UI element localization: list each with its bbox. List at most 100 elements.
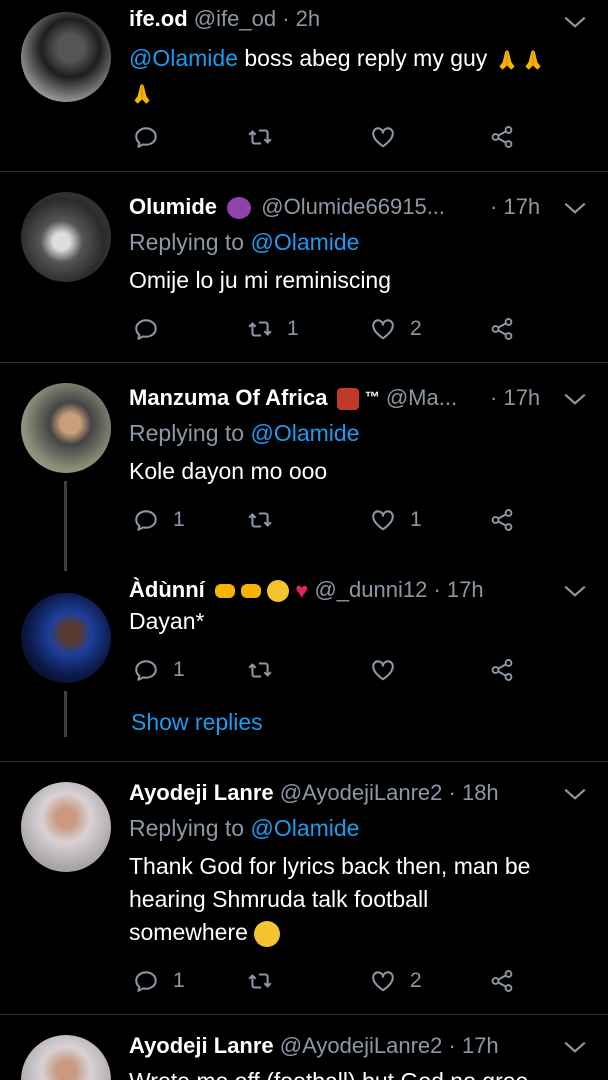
tweet-header: Àdùnní ♥ @_dunni12 · 17h [129,575,538,605]
display-name[interactable]: ife.od [129,6,188,31]
retweet-button[interactable] [247,503,273,537]
display-name[interactable]: Olumide [129,194,217,219]
display-name[interactable]: Ayodeji Lanre [129,1033,274,1058]
retweet-count: 1 [287,317,299,340]
reply-count: 1 [173,658,185,681]
share-button[interactable] [489,653,515,687]
mention-link[interactable]: @Olamide [250,420,359,446]
pointing-hand-emoji-icon [241,584,262,599]
reply-button[interactable]: 1 [133,964,185,998]
retweet-button[interactable] [247,120,273,154]
reply-icon [133,507,159,533]
folded-hands-emoji-icon [520,47,546,73]
handle[interactable]: @ife_od [194,6,276,31]
separator-dot: · [442,780,462,805]
like-button[interactable]: 2 [370,964,422,998]
reply-count: 1 [173,969,185,992]
separator-dot: · [442,1033,462,1058]
tweet-header: Ayodeji Lanre @AyodejiLanre2 · 17h [129,1031,538,1061]
reply-icon [133,316,159,342]
display-name[interactable]: Ayodeji Lanre [129,780,274,805]
share-button[interactable] [489,312,515,346]
tweet-text: Dayan* [129,608,205,634]
mention-link[interactable]: @Olamide [250,229,359,255]
retweet-icon [247,968,273,994]
separator-dot: · [282,6,290,31]
reply-button[interactable] [133,120,159,154]
mention-link[interactable]: @Olamide [129,45,238,71]
replying-label: Replying to [129,815,245,841]
like-icon [370,124,396,150]
reply-button[interactable]: 1 [133,653,185,687]
timestamp[interactable]: 2h [296,6,320,31]
like-button[interactable] [370,653,396,687]
avatar[interactable] [21,782,111,872]
chevron-down-icon[interactable] [562,198,588,218]
trademark-symbol: ™ [364,389,380,406]
tweet-text-line [129,76,568,108]
tweet-text-body: somewhere [129,919,248,945]
chevron-down-icon[interactable] [562,1037,588,1057]
avatar[interactable] [21,12,111,102]
divider [0,171,608,172]
avatar[interactable] [21,192,111,282]
tweet-actions: 1 1 [129,503,529,537]
avatar[interactable] [21,383,111,473]
like-button[interactable]: 1 [370,503,422,537]
handle[interactable]: @Ma... [386,385,457,410]
tweet-actions: 1 2 [129,964,529,998]
display-name[interactable]: Manzuma Of Africa [129,385,327,410]
reply-icon [133,657,159,683]
chevron-down-icon[interactable] [562,389,588,409]
like-icon [370,968,396,994]
handle[interactable]: @_dunni12 [314,577,427,602]
folded-hands-emoji-icon [129,81,155,107]
timestamp[interactable]: 17h [447,577,484,602]
timestamp[interactable]: 17h [462,1033,499,1058]
chevron-down-icon[interactable] [562,581,588,601]
reply-icon [133,968,159,994]
tweet-text: Kole dayon mo ooo [129,458,328,484]
timestamp[interactable]: 18h [462,780,499,805]
chevron-down-icon[interactable] [562,784,588,804]
tweet-time-wrap: · 17h [490,383,540,413]
timestamp[interactable]: 17h [503,194,540,219]
share-button[interactable] [489,964,515,998]
thread-line [64,481,67,571]
tweet-header: Olumide @Olumide66915... [129,192,538,222]
reply-button[interactable]: 1 [133,503,185,537]
avatar[interactable] [21,1035,111,1080]
tweet-header: Manzuma Of Africa ™ @Ma... [129,383,538,413]
tweet-text: Omije lo ju mi reminiscing [129,267,392,293]
tweet-text-line: somewhere [129,916,568,948]
display-name[interactable]: Àdùnní [129,577,205,602]
like-icon [370,657,396,683]
mention-link[interactable]: @Olamide [250,815,359,841]
like-button[interactable]: 2 [370,312,422,346]
handle[interactable]: @Olumide66915... [261,194,445,219]
show-replies-link[interactable]: Show replies [131,709,263,736]
like-button[interactable] [370,120,396,154]
handle[interactable]: @AyodejiLanre2 [280,780,443,805]
pleading-face-emoji-icon [267,580,290,603]
share-button[interactable] [489,503,515,537]
pointing-hand-emoji-icon [214,584,235,599]
retweet-button[interactable] [247,964,273,998]
retweet-icon [247,507,273,533]
handle[interactable]: @AyodejiLanre2 [280,1033,443,1058]
like-count: 2 [410,969,422,992]
share-icon [489,657,515,683]
share-button[interactable] [489,120,515,154]
retweet-button[interactable]: 1 [247,312,299,346]
like-icon [370,316,396,342]
tweet-actions: 1 2 [129,312,529,346]
chevron-down-icon[interactable] [562,12,588,32]
timestamp[interactable]: 17h [503,385,540,410]
red-heart-emoji-icon: ♥ [295,578,309,604]
share-icon [489,968,515,994]
retweet-button[interactable] [247,653,273,687]
replying-label: Replying to [129,420,245,446]
tweet-item[interactable]: Ayodeji Lanre @AyodejiLanre2 · 17h Wrote… [0,1015,608,1080]
avatar[interactable] [21,593,111,683]
reply-button[interactable] [133,312,159,346]
